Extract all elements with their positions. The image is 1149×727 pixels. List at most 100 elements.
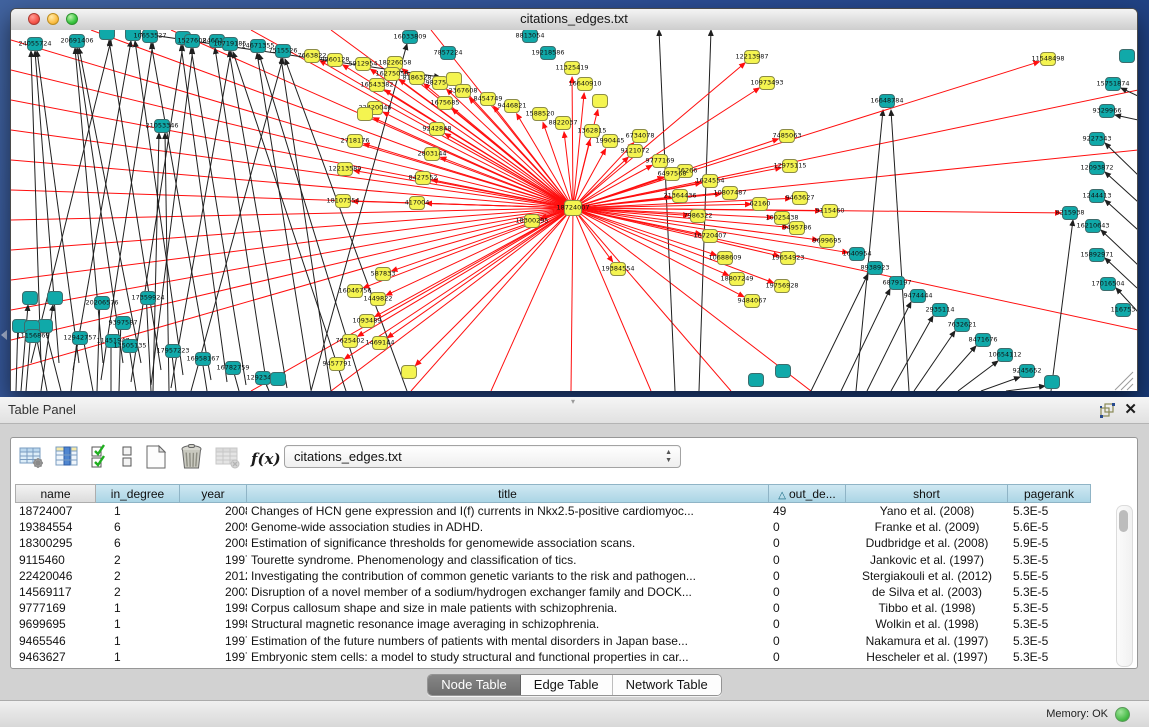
table-row[interactable]: 2242004622012Investigating the contribut… [15, 568, 1118, 584]
new-document-icon[interactable] [144, 444, 168, 475]
cell-name: 14569117 [15, 584, 96, 600]
table-row[interactable]: 911546021997Tourette syndrome. Phenomeno… [15, 552, 1118, 568]
cell-pagerank: 5.3E-5 [1008, 649, 1091, 665]
vertical-scrollbar[interactable] [1116, 505, 1133, 667]
node-label: 18226058 [378, 59, 411, 67]
column-selection-icon[interactable] [55, 445, 79, 474]
node-label: 8215938 [1056, 209, 1085, 217]
sort-ascending-icon: △ [778, 490, 786, 501]
node-label: 9699695 [813, 237, 842, 245]
resize-grip-icon[interactable] [1127, 384, 1133, 390]
column-header-year[interactable]: year [180, 484, 247, 503]
close-traffic-button[interactable] [28, 13, 40, 25]
scrollbar-thumb[interactable] [1119, 510, 1128, 532]
table-row[interactable]: 977716911998Corpus callosum shape and si… [15, 600, 1118, 616]
node-label: 12975115 [773, 162, 806, 170]
yellow-node[interactable] [402, 366, 417, 379]
citation-edge-black [191, 48, 246, 385]
float-window-icon[interactable] [1100, 403, 1115, 418]
citation-edge-black [31, 51, 41, 363]
teal-node[interactable] [1045, 376, 1060, 389]
table-row[interactable]: 1456911722003Disruption of a novel membe… [15, 584, 1118, 600]
citation-edge-red [573, 90, 1137, 208]
table-row[interactable]: 1830029562008Estimation of significance … [15, 535, 1118, 551]
table-select-dropdown[interactable]: citations_edges.txt ▲▼ [284, 445, 681, 468]
node-label: 9397587 [109, 319, 138, 327]
table-row[interactable]: 969969511998Structural magnetic resonanc… [15, 616, 1118, 632]
network-window-titlebar[interactable]: citations_edges.txt [11, 9, 1137, 31]
citation-edge-black [229, 51, 287, 388]
network-view[interactable]: 7663822986012859129541822605816275058165… [11, 30, 1137, 391]
cell-out-de-: 0 [769, 633, 846, 649]
cell-year: 2008 [180, 535, 247, 551]
zoom-traffic-button[interactable] [66, 13, 78, 25]
node-label: 1244413 [1083, 192, 1112, 200]
stacked-rows-icon[interactable] [121, 444, 133, 475]
table-settings-icon[interactable] [19, 445, 44, 474]
panel-splitter-grip[interactable]: ▾ [571, 399, 580, 404]
node-label: 1624554 [696, 177, 725, 185]
citation-edge-black [257, 53, 311, 390]
panel-collapse-arrow-icon[interactable] [1, 330, 7, 340]
tab-edge-table[interactable]: Edge Table [521, 675, 613, 695]
tab-network-table[interactable]: Network Table [613, 675, 721, 695]
table-tabs: Node TableEdge TableNetwork Table [427, 674, 722, 696]
yellow-node[interactable] [593, 95, 608, 108]
cell-in-degree: 1 [96, 600, 180, 616]
node-label: 18724007 [556, 204, 589, 212]
column-header-out-de-[interactable]: △out_de... [769, 484, 846, 503]
node-label: 16782759 [216, 364, 249, 372]
tab-node-table[interactable]: Node Table [428, 675, 521, 695]
citation-edge-red [11, 160, 573, 208]
cell-pagerank: 5.3E-5 [1008, 584, 1091, 600]
node-label: 5912954 [349, 60, 378, 68]
column-header-short[interactable]: short [846, 484, 1008, 503]
network-window[interactable]: citations_edges.txt 76638229860128591295… [10, 8, 1138, 391]
teal-node[interactable] [776, 365, 791, 378]
memory-status-indicator[interactable] [1115, 707, 1130, 722]
cell-short: Tibbo et al. (1998) [846, 600, 1008, 616]
row-selection-check-icon[interactable] [90, 444, 110, 475]
citation-edge-black [891, 316, 933, 391]
column-header-name[interactable]: name [15, 484, 96, 503]
table-container: f(x) citations_edges.txt ▲▼ namein_degre… [10, 437, 1138, 669]
table-row[interactable]: 1872400712008Changes of HCN gene express… [15, 503, 1118, 519]
teal-node[interactable] [271, 373, 286, 386]
node-label: 17359924 [131, 294, 164, 302]
citation-edge-red [11, 130, 573, 208]
delete-trash-icon[interactable] [179, 443, 204, 475]
node-label: 9242848 [423, 125, 452, 133]
teal-node[interactable] [48, 292, 63, 305]
teal-node[interactable] [749, 374, 764, 387]
node-label: 1362815 [578, 127, 607, 135]
table-row[interactable]: 1938455462009Genome-wide association stu… [15, 519, 1118, 535]
teal-node[interactable] [100, 30, 115, 40]
table-row[interactable]: 946362711997Embryonic stem cells: a mode… [15, 649, 1118, 665]
dropdown-stepper-icon: ▲▼ [665, 449, 672, 465]
function-builder-icon[interactable]: f(x) [251, 450, 281, 468]
minimize-traffic-button[interactable] [47, 13, 59, 25]
close-panel-icon[interactable]: ✕ [1124, 401, 1137, 419]
node-label: 7632621 [948, 321, 977, 329]
cell-pagerank: 5.6E-5 [1008, 519, 1091, 535]
teal-node[interactable] [1120, 50, 1135, 63]
yellow-node[interactable] [358, 108, 373, 121]
memory-status-label: Memory: OK [1046, 701, 1108, 727]
table-row[interactable]: 946554611997Estimation of the future num… [15, 633, 1118, 649]
cell-short: Jankovic et al. (1997) [846, 552, 1008, 568]
cell-in-degree: 2 [96, 552, 180, 568]
column-header-pagerank[interactable]: pagerank [1008, 484, 1091, 503]
yellow-node[interactable] [447, 73, 462, 86]
cell-year: 2009 [180, 519, 247, 535]
resize-grip-icon[interactable] [1121, 378, 1133, 390]
cell-pagerank: 5.3E-5 [1008, 552, 1091, 568]
teal-node[interactable] [23, 292, 38, 305]
node-label: 8427552 [409, 174, 438, 182]
column-header-in-degree[interactable]: in_degree [96, 484, 180, 503]
cell-title: Estimation of significance thresholds fo… [247, 535, 769, 551]
citation-edge-red [571, 208, 573, 391]
cell-title: Disruption of a novel member of a sodium… [247, 584, 769, 600]
cell-name: 9777169 [15, 600, 96, 616]
node-label: 19384554 [601, 265, 634, 273]
column-header-title[interactable]: title [247, 484, 769, 503]
